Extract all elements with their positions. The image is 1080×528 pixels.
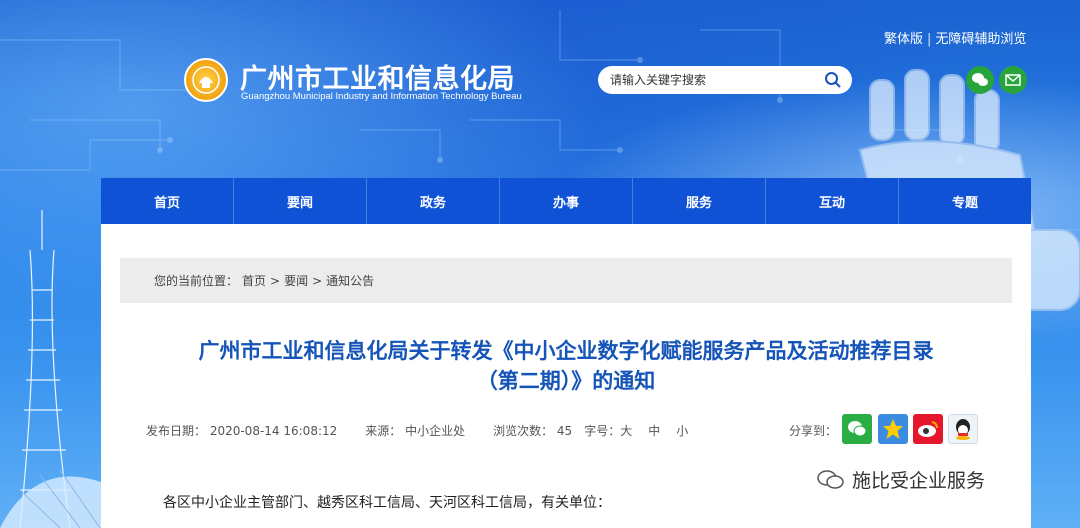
breadcrumb-separator: > — [270, 273, 281, 288]
site-subtitle: Guangzhou Municipal Industry and Informa… — [241, 91, 522, 102]
article-title-line-2: （第二期）》的通知 — [476, 369, 656, 393]
font-size-medium-button[interactable]: 中 — [648, 422, 660, 439]
main-nav: 首页 要闻 政务 办事 服务 互动 专题 — [101, 178, 1031, 224]
search-box — [598, 66, 852, 94]
breadcrumb-separator: > — [312, 273, 323, 288]
article-title-line-1: 广州市工业和信息化局关于转发《中小企业数字化赋能服务产品及活动推荐目录 — [198, 339, 934, 363]
view-count: 浏览次数： 45 — [493, 424, 573, 438]
article-meta: 发布日期： 2020-08-14 16:08:12 来源： 中小企业处 浏览次数… — [146, 422, 696, 439]
font-size-label: 字号： — [584, 424, 621, 438]
link-separator: | — [927, 32, 932, 47]
nav-item-news[interactable]: 要闻 — [234, 178, 367, 224]
breadcrumb-notices[interactable]: 通知公告 — [326, 272, 374, 289]
wechat-icon[interactable] — [966, 66, 994, 94]
article-body-first-line: 各区中小企业主管部门、越秀区科工信局、天河区科工信局，有关单位： — [163, 495, 611, 511]
watermark: 施比受企业服务 — [816, 466, 985, 493]
site-logo-icon[interactable] — [184, 58, 228, 102]
accessibility-link[interactable]: 无障碍辅助浏览 — [935, 32, 1026, 47]
share-qq-icon[interactable] — [948, 414, 978, 444]
publish-date: 发布日期： 2020-08-14 16:08:12 — [146, 424, 338, 438]
share-qzone-icon[interactable] — [878, 414, 908, 444]
nav-item-government[interactable]: 政务 — [367, 178, 500, 224]
search-input[interactable] — [610, 73, 810, 87]
top-links: 繁体版 | 无障碍辅助浏览 — [884, 28, 1026, 47]
nav-item-services-affairs[interactable]: 办事 — [500, 178, 633, 224]
share-label: 分享到： — [789, 424, 838, 438]
breadcrumb-news[interactable]: 要闻 — [284, 272, 308, 289]
article-source: 来源： 中小企业处 — [365, 424, 466, 438]
font-size-large-button[interactable]: 大 — [620, 422, 632, 439]
mail-icon[interactable] — [999, 66, 1027, 94]
nav-item-services[interactable]: 服务 — [633, 178, 766, 224]
share-wechat-icon[interactable] — [842, 414, 872, 444]
breadcrumb-label: 您的当前位置： — [154, 274, 239, 288]
breadcrumb: 您的当前位置： 首页 > 要闻 > 通知公告 — [120, 258, 1012, 303]
watermark-text: 施比受企业服务 — [852, 470, 986, 492]
article-title: 广州市工业和信息化局关于转发《中小企业数字化赋能服务产品及活动推荐目录 （第二期… — [101, 336, 1031, 396]
nav-item-topics[interactable]: 专题 — [899, 178, 1031, 224]
share-weibo-icon[interactable] — [913, 414, 943, 444]
search-icon[interactable] — [824, 71, 842, 89]
breadcrumb-home[interactable]: 首页 — [242, 272, 266, 289]
watermark-chat-icon — [817, 469, 844, 489]
traditional-chinese-link[interactable]: 繁体版 — [884, 32, 923, 47]
nav-item-home[interactable]: 首页 — [101, 178, 234, 224]
nav-item-interaction[interactable]: 互动 — [766, 178, 899, 224]
font-size-small-button[interactable]: 小 — [676, 422, 688, 439]
